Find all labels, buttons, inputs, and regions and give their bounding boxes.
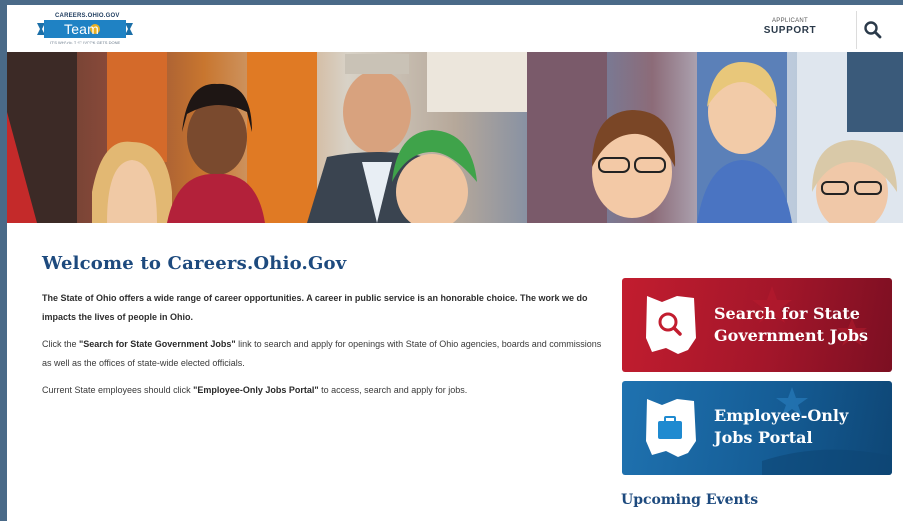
search-state-jobs-button[interactable]: Search for State Government Jobs <box>622 278 892 372</box>
search-jobs-inline-link: "Search for State Government Jobs" <box>79 339 236 349</box>
logo-banner: Team Ohio <box>37 20 133 53</box>
site-header: CAREERS.OHIO.GOV Team Ohio IT'S WHERE TH… <box>7 5 903 53</box>
page-title: Welcome to Careers.Ohio.Gov <box>42 253 347 274</box>
employee-instructions-paragraph: Current State employees should click "Em… <box>42 381 612 400</box>
employee-portal-inline-link: "Employee-Only Jobs Portal" <box>193 385 319 395</box>
search-icon <box>864 21 882 39</box>
support-small-label: APPLICANT <box>771 18 809 24</box>
hero-banner-image <box>7 52 903 223</box>
logo-main-text: Team Ohio <box>64 21 100 53</box>
header-search-button[interactable] <box>860 17 886 43</box>
header-divider <box>856 11 857 49</box>
search-instructions-paragraph: Click the "Search for State Government J… <box>42 335 612 373</box>
intro-paragraph: The State of Ohio offers a wide range of… <box>42 293 588 322</box>
p2-text-before: Click the <box>42 339 80 349</box>
search-card-label: Search for State Government Jobs <box>714 304 869 345</box>
page: CAREERS.OHIO.GOV Team Ohio IT'S WHERE TH… <box>7 5 903 521</box>
applicant-support-link[interactable]: APPLICANT SUPPORT <box>751 18 829 36</box>
logo-top-text: CAREERS.OHIO.GOV <box>55 13 120 19</box>
p3-text-after: to access, search and apply for jobs. <box>318 385 468 395</box>
ohio-map-icon <box>646 296 696 354</box>
hero-people-illustration <box>7 52 903 223</box>
employee-card-label: Employee-Only Jobs Portal <box>714 406 849 447</box>
p3-text-before: Current State employees should click <box>42 385 194 395</box>
employee-jobs-portal-button[interactable]: Employee-Only Jobs Portal <box>622 381 892 475</box>
support-big-label: SUPPORT <box>763 25 817 36</box>
site-logo[interactable]: CAREERS.OHIO.GOV Team Ohio IT'S WHERE TH… <box>37 13 133 53</box>
upcoming-events-heading: Upcoming Events <box>621 492 759 508</box>
